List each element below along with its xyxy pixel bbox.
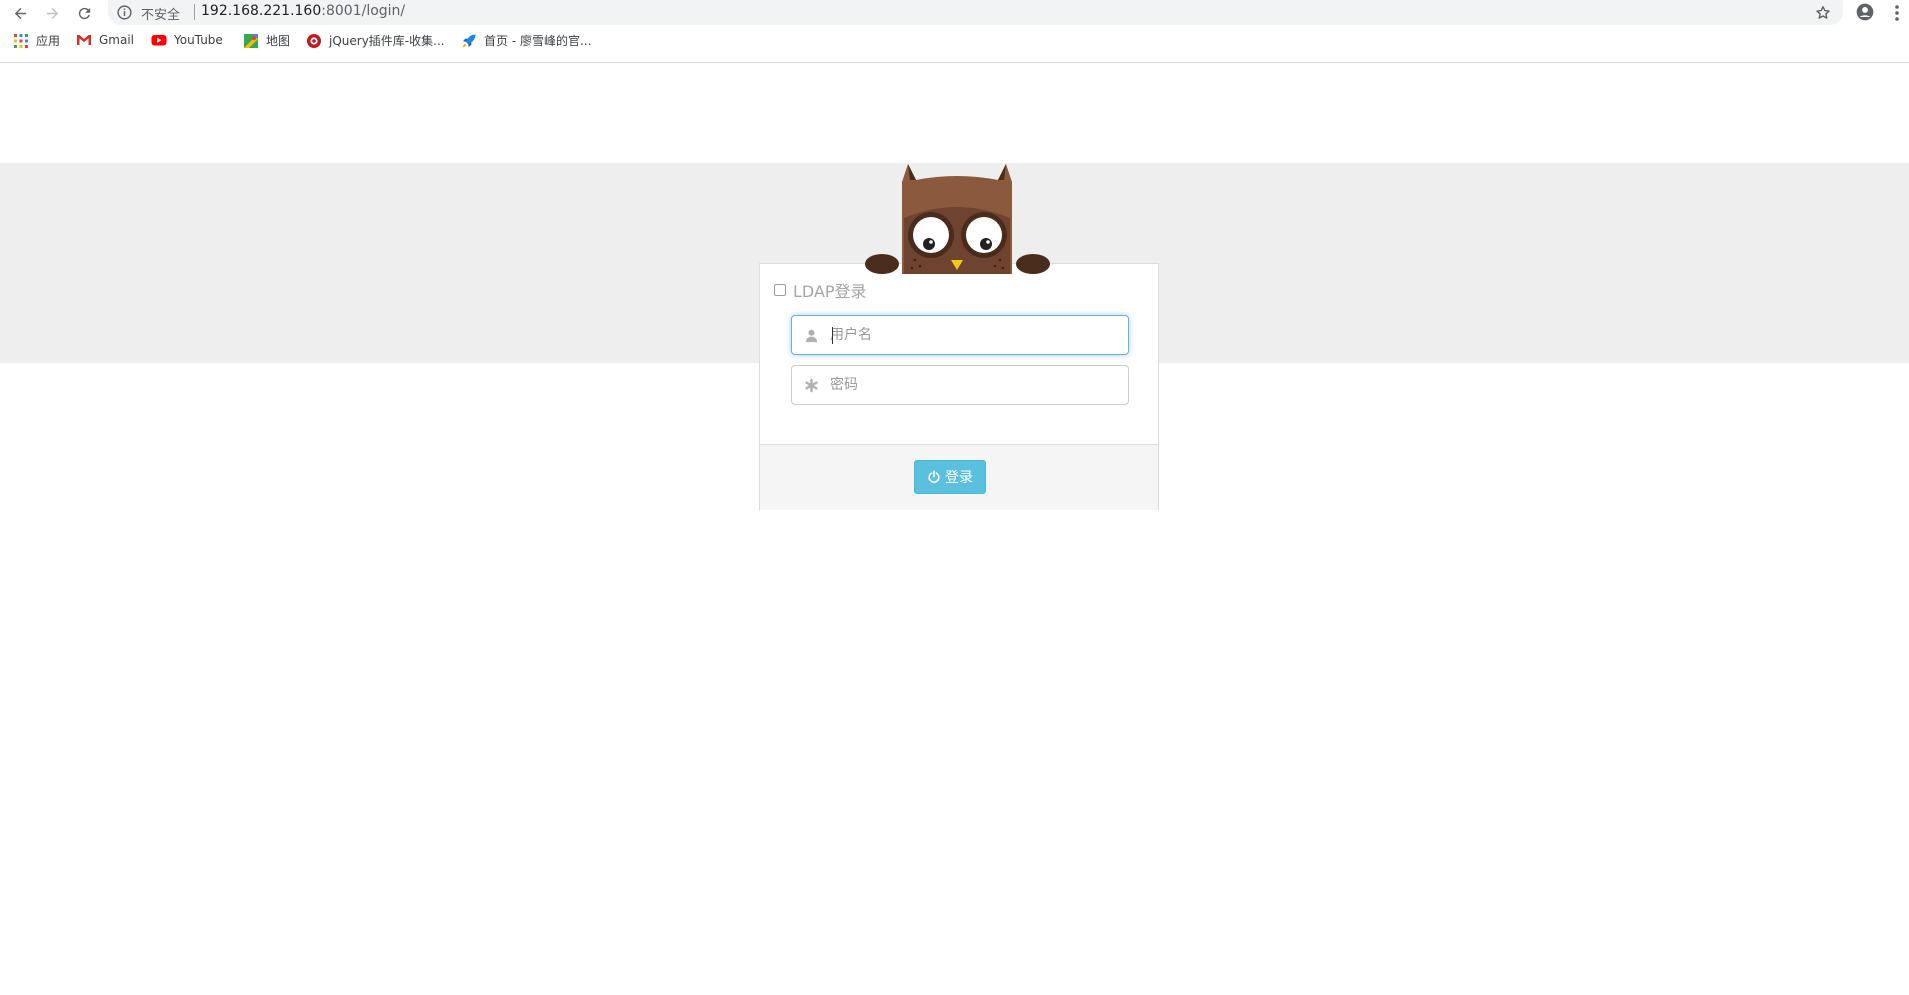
address-divider [194, 4, 195, 20]
bookmark-star-icon[interactable] [1813, 3, 1833, 23]
login-button[interactable]: 登录 [914, 460, 986, 494]
bookmark-apps[interactable]: 应用 [13, 32, 60, 49]
browser-menu-icon[interactable] [1892, 3, 1902, 23]
browser-toolbar: 不安全 192.168.221.160:8001/login/ [0, 0, 1909, 25]
security-label: 不安全 [141, 8, 181, 23]
info-icon[interactable] [116, 4, 133, 21]
youtube-icon [151, 35, 167, 46]
power-icon [928, 470, 940, 483]
ldap-checkbox[interactable] [774, 284, 786, 296]
login-panel: LDAP登录 登录 [759, 263, 1159, 510]
bookmark-maps[interactable]: 地图 [243, 32, 290, 49]
bookmark-liaoxuefeng[interactable]: 首页 - 廖雪峰的官... [461, 32, 591, 49]
username-field[interactable] [791, 315, 1129, 355]
asterisk-icon [805, 378, 818, 393]
password-input[interactable] [830, 366, 1120, 404]
username-input[interactable] [830, 316, 1120, 354]
bookmark-gmail[interactable]: Gmail [76, 32, 134, 48]
profile-avatar-icon[interactable] [1855, 2, 1875, 22]
ldap-login-toggle[interactable]: LDAP登录 [774, 278, 867, 302]
chrome-divider [0, 62, 1909, 63]
bookmark-jquery[interactable]: jQuery插件库-收集... [306, 32, 445, 49]
bookmark-youtube[interactable]: YouTube [151, 32, 223, 48]
ldap-label: LDAP登录 [793, 282, 867, 301]
bookmark-label: 首页 - 廖雪峰的官... [484, 34, 592, 48]
gmail-icon [77, 35, 91, 45]
user-icon [805, 329, 818, 343]
login-panel-footer: 登录 [760, 444, 1158, 510]
reload-icon[interactable] [73, 2, 95, 24]
apps-grid-icon [14, 33, 28, 48]
back-icon[interactable] [9, 2, 31, 24]
bookmark-label: 应用 [36, 34, 61, 48]
url-path: :8001/login/ [321, 3, 406, 19]
rocket-icon [462, 34, 476, 48]
bookmarks-bar: 应用 Gmail YouTube 地图 jQuery插件库-收集... 首页 -… [0, 30, 1909, 55]
bookmark-label: YouTube [174, 33, 223, 47]
login-button-label: 登录 [945, 469, 973, 485]
forward-icon[interactable] [41, 2, 63, 24]
url-text[interactable]: 192.168.221.160:8001/login/ [201, 3, 405, 19]
text-caret [832, 327, 833, 344]
owl-mascot-image [865, 164, 1050, 274]
url-host: 192.168.221.160 [201, 3, 322, 19]
bookmark-label: Gmail [99, 33, 135, 47]
maps-icon [244, 33, 258, 48]
jquery-plugin-icon [307, 33, 321, 48]
address-bar[interactable]: 不安全 192.168.221.160:8001/login/ [108, 0, 1843, 25]
bookmark-label: 地图 [266, 34, 291, 48]
bookmark-label: jQuery插件库-收集... [329, 34, 445, 48]
password-field[interactable] [791, 365, 1129, 405]
